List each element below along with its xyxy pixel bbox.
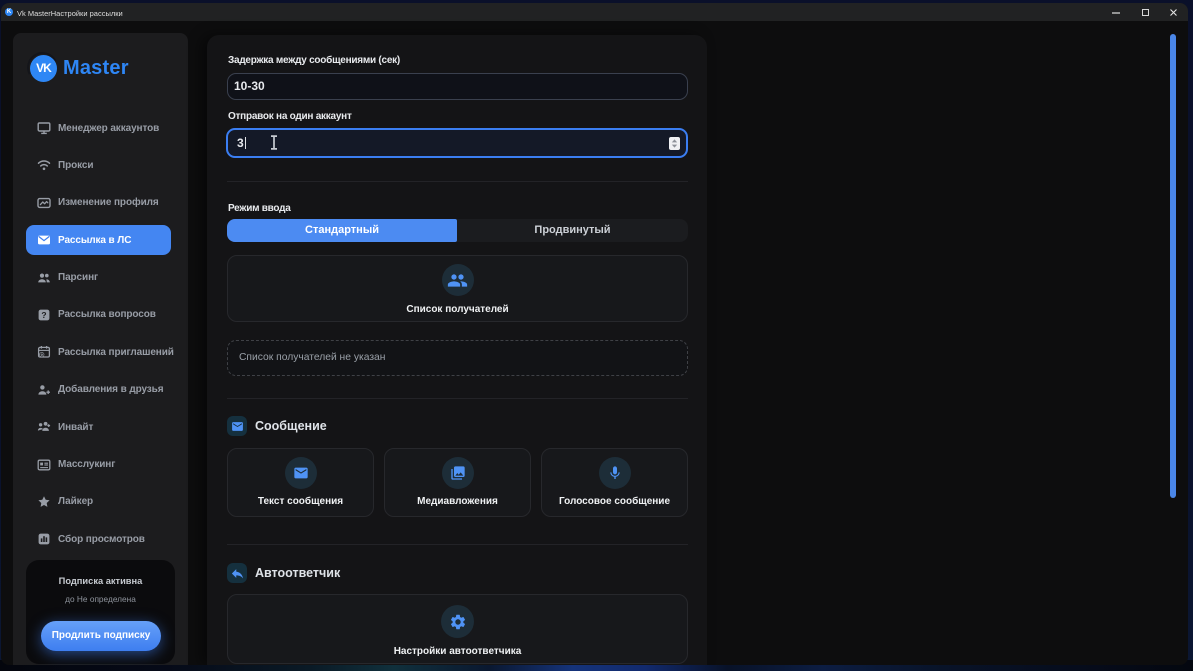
svg-text:?: ? [41,310,46,320]
